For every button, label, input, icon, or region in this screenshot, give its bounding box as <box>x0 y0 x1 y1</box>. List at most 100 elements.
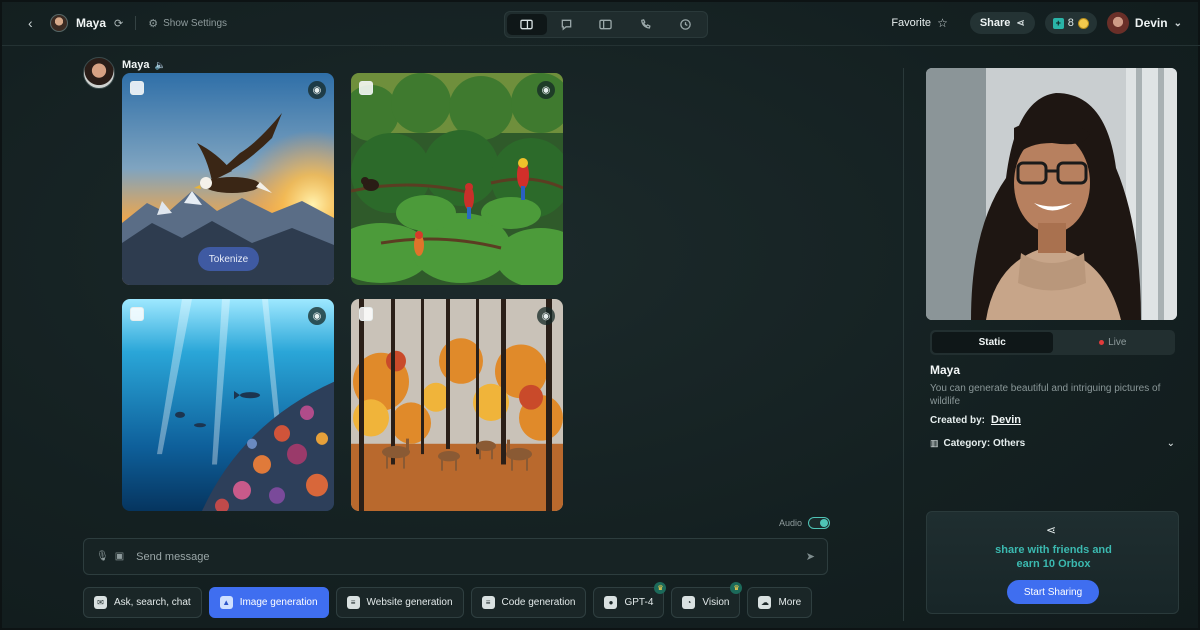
sliders-icon: ▥ <box>930 438 939 448</box>
eye-icon[interactable]: ◉ <box>308 307 326 325</box>
share-icon: ⋖ <box>1046 523 1057 537</box>
chat-icon <box>561 19 572 31</box>
chevron-left-icon[interactable]: ‹ <box>28 15 42 31</box>
eye-icon[interactable]: ◉ <box>537 307 555 325</box>
mode-label: GPT-4 <box>624 597 654 608</box>
image-icon: ▲ <box>219 596 233 609</box>
code-file-icon: ≡ <box>481 596 495 609</box>
credits-count: 8 <box>1067 17 1074 29</box>
top-bar: ‹ Maya ⟳ ⚙ Show Settings Favorite ☆ Shar… <box>2 2 1200 46</box>
user-menu[interactable]: Devin ⌄ <box>1106 12 1182 34</box>
user-name: Devin <box>1134 16 1168 30</box>
bot-name: Maya <box>122 59 150 71</box>
mode-bar: ✉ Ask, search, chat ▲ Image generation ≡… <box>83 582 813 618</box>
message-composer: 🎙 ▣ ➤ <box>83 538 828 575</box>
attach-image-icon[interactable]: ▣ <box>115 551 124 562</box>
category-dropdown[interactable]: ▥ Category: Others ⌄ <box>930 438 1175 449</box>
bot-avatar <box>83 57 115 89</box>
show-settings-button[interactable]: ⚙ Show Settings <box>148 17 227 30</box>
generated-image-jungle[interactable]: ◉ <box>351 73 563 285</box>
divider <box>135 16 137 30</box>
generated-image-autumn-forest[interactable]: ◉ <box>351 299 563 511</box>
jungle-image <box>351 73 563 285</box>
share-icon: ⋖ <box>1016 17 1025 29</box>
tokenize-button[interactable]: Tokenize <box>198 247 259 271</box>
crown-icon: ♛ <box>730 582 743 594</box>
favorite-button[interactable]: Favorite ☆ <box>891 16 948 30</box>
mode-code-generation[interactable]: ≡ Code generation <box>470 587 587 618</box>
bot-avatar-small <box>50 14 68 32</box>
mode-label: Website generation <box>366 597 453 608</box>
microphone-icon[interactable]: 🎙 <box>96 551 109 562</box>
mode-ask-search-chat[interactable]: ✉ Ask, search, chat <box>83 587 202 618</box>
split-view-icon <box>520 19 534 30</box>
favorite-label: Favorite <box>891 17 932 29</box>
history-icon <box>679 19 691 30</box>
mode-label: Ask, search, chat <box>114 597 191 608</box>
panel-divider <box>903 68 904 621</box>
speaker-icon[interactable]: 🔈 <box>155 60 166 71</box>
bot-title: Maya <box>76 16 107 30</box>
chat-view-button[interactable] <box>547 14 587 35</box>
mode-vision[interactable]: ◔ Vision ♛ <box>671 582 743 618</box>
mode-image-generation[interactable]: ▲ Image generation <box>208 587 329 618</box>
tab-live-label: Live <box>1108 337 1127 348</box>
select-checkbox[interactable] <box>359 81 373 95</box>
underwater-image <box>122 299 334 511</box>
topbar-left: ‹ Maya ⟳ ⚙ Show Settings <box>28 14 227 32</box>
generated-image-underwater[interactable]: ◉ <box>122 299 334 511</box>
category-label: Category: Others <box>943 438 1026 449</box>
select-checkbox[interactable] <box>359 307 373 321</box>
promo-line-2: earn 10 Orbox <box>1016 558 1091 570</box>
message-input[interactable] <box>136 550 800 563</box>
generated-image-eagle[interactable]: ◉ Tokenize <box>122 73 334 285</box>
refresh-icon[interactable]: ⟳ <box>114 17 123 30</box>
document-icon: ≡ <box>346 596 360 609</box>
audio-toggle[interactable] <box>808 517 831 529</box>
eye-icon[interactable]: ◉ <box>308 81 326 99</box>
user-avatar <box>1106 12 1129 34</box>
phone-view-button[interactable] <box>626 14 666 35</box>
audio-label: Audio <box>779 518 803 528</box>
tab-live[interactable]: Live <box>1053 332 1174 353</box>
persona-mode-tabs: Static Live <box>930 330 1175 355</box>
star-icon: ☆ <box>937 16 948 30</box>
share-button[interactable]: Share ⋖ <box>969 12 1035 34</box>
send-icon[interactable]: ➤ <box>806 550 815 563</box>
eye-icon[interactable]: ◉ <box>537 81 555 99</box>
persona-name: Maya <box>930 363 961 377</box>
select-checkbox[interactable] <box>130 81 144 95</box>
gear-icon: ⚙ <box>148 17 159 30</box>
created-by-label: Created by: <box>930 415 986 426</box>
start-sharing-button[interactable]: Start Sharing <box>1007 580 1099 604</box>
mode-more[interactable]: ☁ More <box>747 587 813 618</box>
promo-text: share with friends and earn 10 Orbox <box>927 543 1180 571</box>
sidebar-view-button[interactable] <box>586 14 626 35</box>
select-checkbox[interactable] <box>130 307 144 321</box>
coin-icon <box>1077 17 1089 29</box>
crown-icon: ♛ <box>654 582 667 594</box>
show-settings-label: Show Settings <box>163 17 228 29</box>
topbar-right: Favorite ☆ Share ⋖ + 8 Devin ⌄ <box>891 12 1182 34</box>
view-mode-switch <box>504 11 708 38</box>
persona-portrait-image <box>926 68 1177 320</box>
credits-pill[interactable]: + 8 <box>1044 12 1097 34</box>
sidebar-icon <box>599 19 613 30</box>
gpt-icon: ● <box>604 596 618 609</box>
eyes-icon: ◔ <box>682 596 696 609</box>
autumn-forest-image <box>351 299 563 511</box>
promo-line-1: share with friends and <box>995 544 1112 556</box>
mode-label: Code generation <box>501 597 576 608</box>
chevron-down-icon: ⌄ <box>1173 17 1182 29</box>
mode-label: Image generation <box>239 597 318 608</box>
chat-bubble-icon: ✉ <box>94 596 107 609</box>
mode-gpt-4[interactable]: ● GPT-4 ♛ <box>593 582 667 618</box>
tab-static[interactable]: Static <box>932 332 1053 353</box>
creator-link[interactable]: Devin <box>991 414 1021 426</box>
split-view-button[interactable] <box>507 14 547 35</box>
live-dot-icon <box>1099 340 1105 345</box>
mode-website-generation[interactable]: ≡ Website generation <box>335 587 464 618</box>
history-view-button[interactable] <box>665 14 705 35</box>
created-by-row: Created by: Devin <box>930 414 1021 426</box>
plus-icon: + <box>1052 17 1064 29</box>
